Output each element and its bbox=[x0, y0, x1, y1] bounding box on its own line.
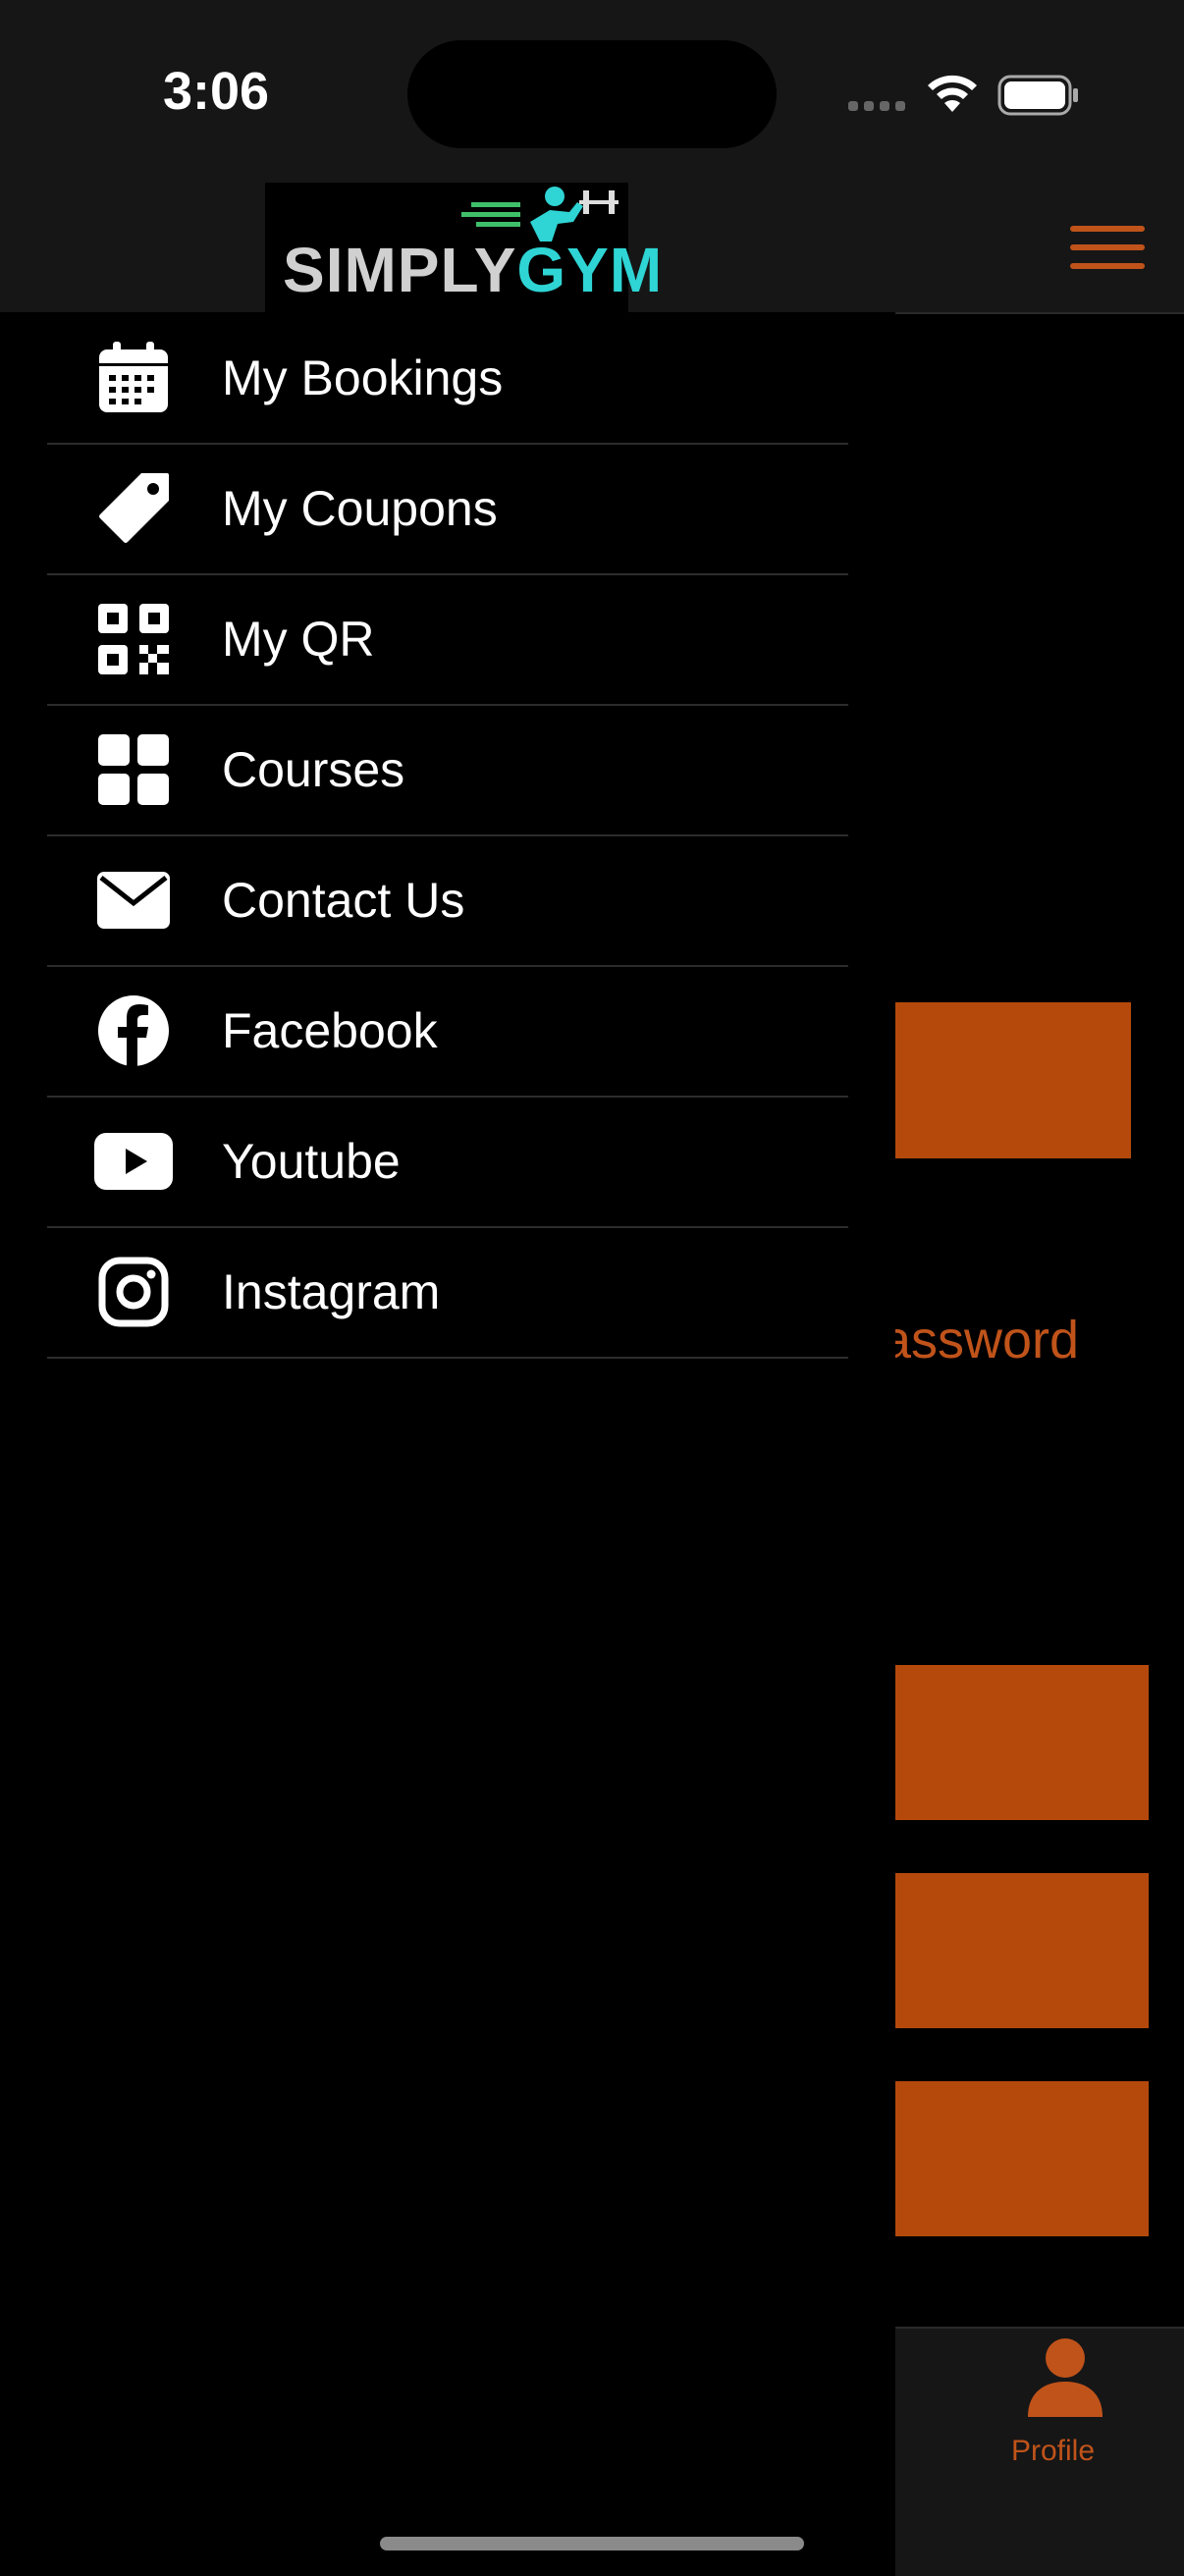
background-login-button bbox=[895, 1002, 1131, 1158]
home-indicator[interactable] bbox=[380, 2537, 804, 2550]
battery-icon bbox=[997, 75, 1078, 116]
cellular-signal-icon bbox=[848, 98, 911, 116]
background-button-2 bbox=[895, 1873, 1149, 2028]
menu-item-label: Contact Us bbox=[222, 872, 465, 928]
side-drawer: My Bookings My Coupons My QR Courses Con… bbox=[0, 312, 895, 2574]
menu-item-courses[interactable]: Courses bbox=[47, 704, 848, 836]
menu-item-label: My Bookings bbox=[222, 349, 504, 405]
menu-item-my-coupons[interactable]: My Coupons bbox=[47, 443, 848, 575]
logo-text: SIMPLYGYM bbox=[283, 235, 664, 305]
menu-item-label: Courses bbox=[222, 741, 405, 797]
menu-item-contact-us[interactable]: Contact Us bbox=[47, 834, 848, 967]
simplygym-logo: SIMPLYGYM bbox=[265, 183, 662, 312]
menu-item-label: Instagram bbox=[222, 1263, 441, 1319]
wifi-icon bbox=[928, 75, 977, 112]
calendar-icon bbox=[94, 339, 173, 417]
menu-item-label: My Coupons bbox=[222, 480, 498, 536]
menu-item-label: My QR bbox=[222, 611, 375, 667]
qr-code-icon bbox=[94, 600, 173, 678]
facebook-icon bbox=[94, 992, 173, 1070]
menu-item-youtube[interactable]: Youtube bbox=[47, 1096, 848, 1228]
menu-item-facebook[interactable]: Facebook bbox=[47, 965, 848, 1098]
tag-icon bbox=[94, 469, 173, 548]
menu-item-label: Facebook bbox=[222, 1002, 438, 1058]
menu-item-my-bookings[interactable]: My Bookings bbox=[47, 312, 848, 445]
instagram-icon bbox=[94, 1253, 173, 1331]
menu-item-label: Youtube bbox=[222, 1133, 401, 1189]
status-time: 3:06 bbox=[163, 62, 270, 121]
youtube-icon bbox=[94, 1122, 173, 1201]
profile-icon bbox=[1028, 2338, 1103, 2417]
background-button-1 bbox=[895, 1665, 1149, 1820]
menu-hamburger-icon[interactable] bbox=[1070, 226, 1145, 269]
background-button-3 bbox=[895, 2081, 1149, 2236]
background-forgot-password-link: assword bbox=[882, 1311, 1080, 1369]
menu-item-instagram[interactable]: Instagram bbox=[47, 1226, 848, 1359]
menu-item-my-qr[interactable]: My QR bbox=[47, 573, 848, 706]
tab-profile-label: Profile bbox=[1011, 2435, 1096, 2467]
status-bar: 3:06 bbox=[0, 0, 1184, 187]
envelope-icon bbox=[94, 861, 173, 939]
dynamic-island bbox=[407, 40, 777, 148]
grid-icon bbox=[94, 730, 173, 809]
